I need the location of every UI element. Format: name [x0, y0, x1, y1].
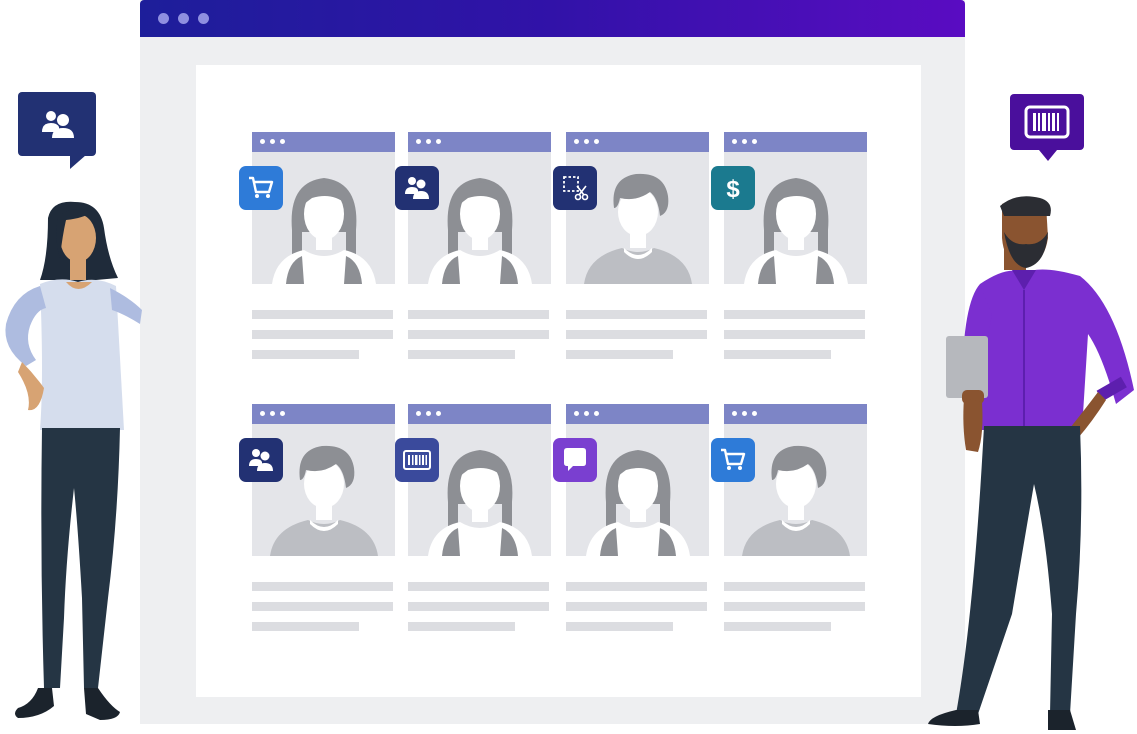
- window-dot: [198, 13, 209, 24]
- text-placeholder-line: [252, 310, 393, 319]
- window-title-bar: [140, 0, 965, 37]
- card-header-dot: [416, 139, 421, 144]
- window-dot: [178, 13, 189, 24]
- bubble-tail: [1039, 150, 1057, 161]
- woman-illustration: [5, 201, 142, 720]
- text-placeholder-line: [252, 602, 393, 611]
- chat-icon: [564, 448, 586, 471]
- text-placeholder-line: [566, 622, 673, 631]
- card-header: [566, 404, 709, 424]
- text-placeholder-line: [724, 330, 865, 339]
- text-placeholder-line: [408, 582, 549, 591]
- card-header-dot: [280, 139, 285, 144]
- text-placeholder-line: [408, 330, 549, 339]
- card-header-dot: [416, 411, 421, 416]
- text-placeholder-line: [252, 582, 393, 591]
- card-header-dot: [594, 411, 599, 416]
- card-header-dot: [752, 411, 757, 416]
- card-header-dot: [584, 411, 589, 416]
- text-placeholder-line: [566, 350, 673, 359]
- card-header-dot: [742, 411, 747, 416]
- card-header-dot: [270, 139, 275, 144]
- card-header: [408, 404, 551, 424]
- scissors-select-icon: [563, 176, 589, 201]
- card-header-dot: [732, 411, 737, 416]
- text-placeholder-line: [252, 350, 359, 359]
- dollar-badge[interactable]: $: [711, 166, 755, 210]
- card-header: [252, 404, 395, 424]
- text-placeholder-line: [252, 330, 393, 339]
- window-dot: [158, 13, 169, 24]
- cart-icon: [249, 176, 274, 198]
- people-icon: [249, 449, 273, 471]
- text-placeholder-line: [724, 350, 831, 359]
- text-placeholder-line: [566, 330, 707, 339]
- text-placeholder-line: [408, 602, 549, 611]
- card-header-dot: [594, 139, 599, 144]
- dollar-icon: $: [726, 176, 740, 203]
- card-header-dot: [742, 139, 747, 144]
- man-illustration: [928, 196, 1134, 730]
- text-placeholder-line: [724, 582, 865, 591]
- text-placeholder-line: [566, 582, 707, 591]
- card-header-dot: [584, 139, 589, 144]
- people-icon: [405, 177, 429, 199]
- cart-badge[interactable]: [711, 438, 755, 482]
- right-speech-bubble: [1010, 94, 1084, 150]
- bubble-tail: [70, 155, 86, 169]
- people-badge[interactable]: [239, 438, 283, 482]
- cart-badge[interactable]: [239, 166, 283, 210]
- text-placeholder-line: [408, 622, 515, 631]
- card-header: [724, 132, 867, 152]
- card-header-dot: [270, 411, 275, 416]
- card-header-dot: [260, 411, 265, 416]
- text-placeholder-line: [252, 622, 359, 631]
- card-header-dot: [732, 139, 737, 144]
- people-badge[interactable]: [395, 166, 439, 210]
- card-header-dot: [752, 139, 757, 144]
- chat-badge[interactable]: [553, 438, 597, 482]
- card-header-dot: [574, 139, 579, 144]
- text-placeholder-line: [408, 310, 549, 319]
- text-placeholder-line: [566, 310, 707, 319]
- people-icon: [42, 111, 74, 138]
- card-header-dot: [426, 411, 431, 416]
- card-header-dot: [436, 139, 441, 144]
- card-header: [252, 132, 395, 152]
- card-header-dot: [280, 411, 285, 416]
- barcode-icon: [1024, 105, 1070, 139]
- card-header-dot: [426, 139, 431, 144]
- card-header: [724, 404, 867, 424]
- text-placeholder-line: [566, 602, 707, 611]
- cart-icon: [721, 448, 746, 470]
- left-speech-bubble: [18, 92, 96, 156]
- card-header-dot: [436, 411, 441, 416]
- text-placeholder-line: [724, 622, 831, 631]
- card-header: [566, 132, 709, 152]
- text-placeholder-line: [724, 602, 865, 611]
- card-header-dot: [260, 139, 265, 144]
- barcode-badge[interactable]: [395, 438, 439, 482]
- svg-text:$: $: [726, 176, 740, 203]
- scissors-select-badge[interactable]: [553, 166, 597, 210]
- card-header-dot: [574, 411, 579, 416]
- card-header: [408, 132, 551, 152]
- text-placeholder-line: [724, 310, 865, 319]
- text-placeholder-line: [408, 350, 515, 359]
- barcode-icon: [403, 450, 431, 470]
